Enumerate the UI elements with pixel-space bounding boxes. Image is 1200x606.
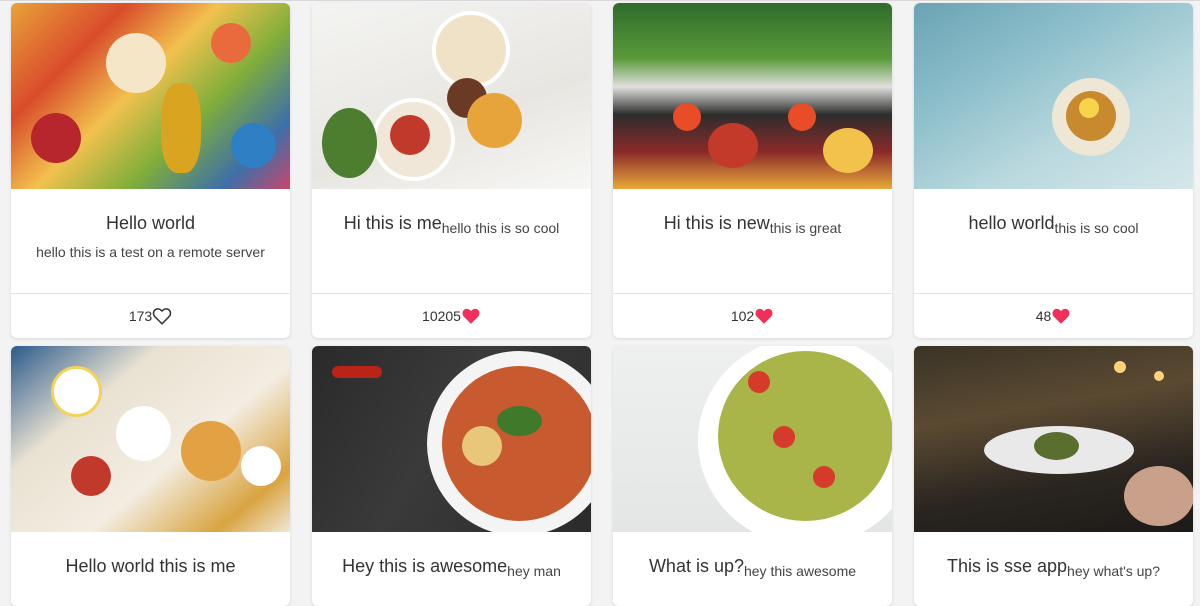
like-counter: 10205	[422, 307, 481, 325]
card-body: This is sse apphey what's up?	[914, 532, 1193, 606]
card-grid: Hello world hello this is a test on a re…	[11, 3, 1193, 606]
card-title: What is up?	[648, 556, 744, 576]
brunch-spread-image	[11, 346, 290, 532]
card-title: Hi this is me	[343, 213, 442, 233]
card-subtitle: hello this is so cool	[441, 220, 560, 237]
card-body: Hello world hello this is a test on a re…	[11, 189, 290, 293]
like-counter: 48	[1036, 307, 1072, 325]
card-title: Hello world this is me	[65, 556, 236, 576]
card-title: This is sse app	[946, 556, 1068, 576]
post-card[interactable]: hello worldthis is so cool 48	[914, 3, 1193, 338]
card-body: Hi this is newthis is great	[613, 189, 892, 293]
like-count: 10205	[422, 308, 461, 324]
card-body: What is up?hey this awesome	[613, 532, 892, 606]
card-footer: 102	[613, 293, 892, 338]
card-body: Hi this is mehello this is so cool	[312, 189, 591, 293]
card-subtitle: hey man	[507, 563, 561, 580]
card-title: Hey this is awesome	[342, 556, 508, 576]
like-count: 48	[1035, 308, 1052, 324]
card-footer: 10205	[312, 293, 591, 338]
like-counter: 173	[129, 307, 172, 325]
heart-filled-icon[interactable]	[1051, 307, 1071, 325]
card-body: hello worldthis is so cool	[914, 189, 1193, 293]
card-footer: 48	[914, 293, 1193, 338]
card-subtitle: hey this awesome	[743, 563, 857, 580]
post-card[interactable]: Hey this is awesomehey man	[312, 346, 591, 606]
card-subtitle: this is great	[769, 220, 842, 237]
card-title: Hi this is new	[663, 213, 770, 233]
card-subtitle: this is so cool	[1054, 220, 1139, 237]
heart-filled-icon[interactable]	[754, 307, 774, 325]
post-card[interactable]: Hello world hello this is a test on a re…	[11, 3, 290, 338]
post-card[interactable]: What is up?hey this awesome	[613, 346, 892, 606]
plated-dish-image	[914, 3, 1193, 189]
card-subtitle: hey what's up?	[1067, 563, 1161, 580]
food-flatlay-image	[11, 3, 290, 189]
card-title: Hello world	[105, 213, 196, 233]
like-count: 102	[730, 308, 755, 324]
post-card[interactable]: Hi this is mehello this is so cool 10205	[312, 3, 591, 338]
like-counter: 102	[731, 307, 774, 325]
post-card[interactable]: This is sse apphey what's up?	[914, 346, 1193, 606]
card-body: Hey this is awesomehey man	[312, 532, 591, 606]
card-footer: 173	[11, 293, 290, 338]
card-description: hello this is a test on a remote server	[36, 244, 265, 260]
post-card[interactable]: Hi this is newthis is great 102	[613, 3, 892, 338]
post-card[interactable]: Hello world this is me	[11, 346, 290, 606]
like-count: 173	[128, 308, 153, 324]
breakfast-table-image	[312, 3, 591, 189]
heart-outline-icon[interactable]	[152, 307, 172, 325]
curry-bowl-image	[312, 346, 591, 532]
pasta-salad-image	[613, 346, 892, 532]
salad-bar-image	[613, 3, 892, 189]
heart-filled-icon[interactable]	[461, 307, 481, 325]
top-divider	[0, 0, 1200, 1]
card-body: Hello world this is me	[11, 532, 290, 606]
restaurant-dinner-image	[914, 346, 1193, 532]
card-title: hello world	[968, 213, 1055, 233]
